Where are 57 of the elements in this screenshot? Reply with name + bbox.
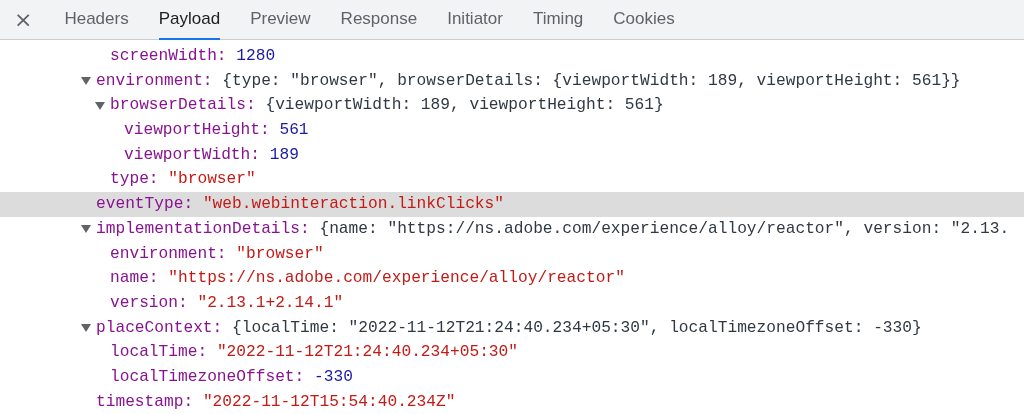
property-value: 1280	[236, 46, 276, 67]
property-key: viewportHeight:	[124, 118, 270, 143]
property-key: environment:	[110, 241, 227, 267]
property-key: type:	[110, 167, 159, 193]
property-key: environment:	[96, 68, 213, 94]
triangle-down-icon[interactable]	[95, 100, 105, 111]
property-value: 189	[269, 144, 299, 166]
tree-row[interactable]: environment: {type: "browser", browserDetails: {viewportWidth: 189, viewportHeight: 561}}	[0, 68, 1024, 94]
property-value: "https://ns.adobe.com/experience/alloy/reactor"	[168, 268, 625, 290]
property-value: {localTime: "2022-11-12T21:24:40.234+05:30", localTimezoneOffset: -330}	[232, 317, 922, 339]
property-key: localTime:	[110, 340, 208, 365]
tree-row[interactable]: timestamp: "2022-11-12T15:54:40.234Z"	[0, 389, 1024, 414]
tree-row[interactable]: screenWidth: 1280	[0, 44, 1024, 69]
close-button[interactable]: ×	[10, 0, 37, 39]
triangle-down-icon[interactable]	[81, 224, 91, 235]
tab[interactable]: Cookies	[613, 0, 675, 40]
tab[interactable]: Timing	[532, 0, 584, 40]
tree-row[interactable]: type: "browser"	[0, 167, 1024, 193]
property-key: eventType:	[96, 192, 194, 217]
tree-row[interactable]: eventType: "web.webinteraction.linkClicks"	[0, 192, 1024, 217]
tab[interactable]: Preview	[250, 0, 311, 40]
property-value: "browser"	[168, 169, 256, 191]
property-key: version:	[110, 290, 188, 316]
property-value: 561	[279, 120, 309, 142]
tree-row[interactable]: version: "2.13.1+2.14.1"	[0, 290, 1024, 316]
property-key: name:	[110, 266, 159, 291]
tree-row[interactable]: viewportHeight: 561	[0, 118, 1024, 143]
tree-row[interactable]: name: "https://ns.adobe.com/experience/alloy/reactor"	[0, 266, 1024, 291]
property-key: screenWidth:	[110, 44, 227, 69]
property-value: "web.webinteraction.linkClicks"	[202, 194, 504, 216]
property-value: "2022-11-12T21:24:40.234+05:30"	[216, 342, 518, 364]
triangle-down-icon[interactable]	[81, 76, 91, 87]
property-value: {viewportWidth: 189, viewportHeight: 561}	[265, 95, 664, 117]
property-value: "browser"	[236, 243, 324, 265]
tree-row[interactable]: localTime: "2022-11-12T21:24:40.234+05:30"	[0, 340, 1024, 365]
tab[interactable]: Initiator	[447, 0, 503, 40]
property-key: timestamp:	[96, 389, 194, 414]
property-key: viewportWidth:	[124, 142, 260, 168]
property-value: {type: "browser", browserDetails: {viewportWidth: 189, viewportHeight: 561}}	[222, 70, 961, 92]
tree-row[interactable]: placeContext: {localTime: "2022-11-12T21:24:40.234+05:30", localTimezoneOffset: -330}	[0, 315, 1024, 341]
property-key: placeContext:	[96, 315, 223, 341]
triangle-down-icon[interactable]	[81, 322, 91, 333]
property-key: implementationDetails:	[96, 216, 310, 242]
property-value: "2.13.1+2.14.1"	[197, 292, 344, 314]
tab[interactable]: Payload	[158, 0, 221, 40]
tree-row[interactable]: implementationDetails: {name: "https://ns.adobe.com/experience/alloy/reactor", version: "2.13.	[0, 216, 1024, 242]
property-key: localTimezoneOffset:	[110, 364, 305, 390]
tab[interactable]: Response	[340, 0, 418, 40]
tab[interactable]: Headers	[64, 0, 129, 40]
tree-row[interactable]: viewportWidth: 189	[0, 142, 1024, 168]
property-value: -330	[314, 366, 353, 388]
property-value: "2022-11-12T15:54:40.234Z"	[202, 391, 456, 413]
tree-row[interactable]: environment: "browser"	[0, 241, 1024, 267]
property-value: {name: "https://ns.adobe.com/experience/alloy/reactor", version: "2.13.	[319, 218, 1010, 240]
tree-row[interactable]: browserDetails: {viewportWidth: 189, viewportHeight: 561}	[0, 93, 1024, 119]
property-key: browserDetails:	[110, 93, 256, 119]
tree-row[interactable]: localTimezoneOffset: -330	[0, 364, 1024, 390]
